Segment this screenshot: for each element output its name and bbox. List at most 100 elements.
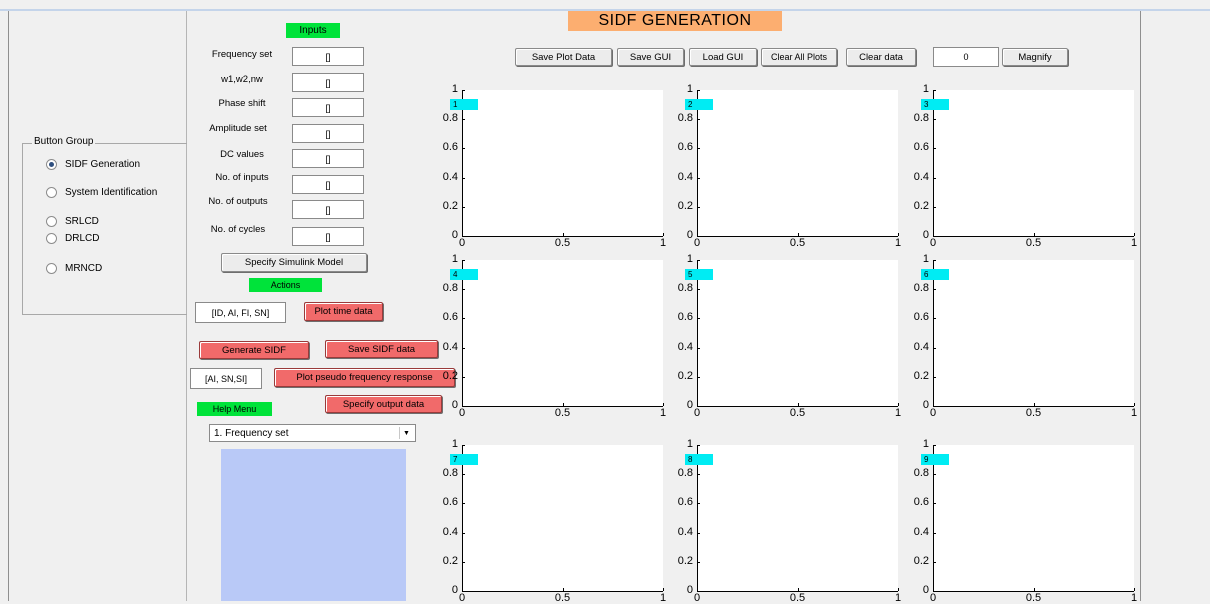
- y-tick-label: 0.4: [677, 340, 693, 353]
- x-tick-label: 0: [693, 237, 701, 249]
- no-of-outputs-field[interactable]: []: [292, 200, 364, 219]
- y-axis-line: [933, 260, 934, 406]
- x-axis-line: [933, 406, 1134, 407]
- plot-time-data-button[interactable]: Plot time data: [304, 302, 383, 321]
- plot-axes: [933, 445, 1134, 591]
- radio-drlcd[interactable]: DRLCD: [46, 233, 99, 244]
- help-text-area: [221, 449, 406, 601]
- y-tick-label: 0.2: [677, 199, 693, 212]
- window-left-border: [8, 11, 9, 601]
- chevron-down-icon[interactable]: ▼: [399, 427, 413, 439]
- radio-label: DRLCD: [65, 233, 100, 244]
- y-tick-label: 0.8: [677, 282, 693, 295]
- radio-selected-icon: [46, 159, 57, 170]
- x-tick-label: 0: [929, 237, 937, 249]
- y-tick-label: 0.2: [442, 554, 458, 567]
- save-sidf-data-button[interactable]: Save SIDF data: [325, 340, 438, 358]
- x-tick-label: 1: [1130, 237, 1138, 249]
- no-of-cycles-field[interactable]: []: [292, 227, 364, 246]
- specify-simulink-model-button[interactable]: Specify Simulink Model: [221, 253, 367, 272]
- no-of-inputs-field[interactable]: []: [292, 175, 364, 194]
- help-topic-selected: 1. Frequency set: [214, 427, 289, 439]
- y-tick-label: 0.4: [677, 170, 693, 183]
- y-axis-line: [933, 445, 934, 591]
- y-tick-label: 0.4: [442, 340, 458, 353]
- plot-number-badge: 2: [685, 99, 713, 110]
- x-tick-label: 0.5: [789, 237, 806, 249]
- x-tick-mark: [1134, 403, 1135, 406]
- specify-output-data-button[interactable]: Specify output data: [325, 395, 442, 413]
- x-tick-label: 0: [458, 592, 466, 604]
- y-tick-label: 0.6: [442, 311, 458, 324]
- w1w2nw-field[interactable]: []: [292, 73, 364, 92]
- clear-all-plots-button[interactable]: Clear All Plots: [761, 48, 837, 66]
- x-axis-line: [462, 236, 663, 237]
- save-plot-data-button[interactable]: Save Plot Data: [515, 48, 612, 66]
- radio-icon: [46, 216, 57, 227]
- y-tick-label: 1: [686, 83, 693, 95]
- x-tick-label: 0.5: [554, 407, 571, 419]
- input-label-no-of-outputs: No. of outputs: [208, 196, 268, 207]
- y-tick-label: 0.4: [913, 525, 929, 538]
- plot-number-badge: 4: [450, 269, 478, 280]
- y-tick-label: 0.8: [677, 467, 693, 480]
- plot-number-badge: 7: [450, 454, 478, 465]
- clear-data-button[interactable]: Clear data: [846, 48, 916, 66]
- load-gui-button[interactable]: Load GUI: [689, 48, 757, 66]
- y-tick-label: 0.2: [442, 199, 458, 212]
- y-axis-line: [697, 445, 698, 591]
- input-label-phase-shift: Phase shift: [218, 98, 266, 109]
- radio-sidf-generation[interactable]: SIDF Generation: [46, 159, 140, 170]
- actions-header: Actions: [249, 278, 322, 292]
- phase-shift-field[interactable]: []: [292, 98, 364, 117]
- x-axis-line: [697, 236, 898, 237]
- y-tick-label: 0.4: [677, 525, 693, 538]
- y-tick-label: 0.6: [913, 311, 929, 324]
- plot-time-args-field[interactable]: [ID, AI, FI, SN]: [195, 302, 286, 323]
- x-tick-label: 0: [929, 592, 937, 604]
- y-tick-label: 0.6: [913, 496, 929, 509]
- radio-mrncd[interactable]: MRNCD: [46, 263, 102, 274]
- y-tick-label: 0.8: [677, 112, 693, 125]
- radio-label: System Identification: [65, 187, 158, 198]
- y-tick-label: 1: [922, 438, 929, 450]
- page-title: SIDF GENERATION: [568, 11, 782, 31]
- plot-number-badge: 6: [921, 269, 949, 280]
- x-axis-line: [697, 406, 898, 407]
- radio-system-identification[interactable]: System Identification: [46, 187, 157, 198]
- input-label-no-of-cycles: No. of cycles: [210, 224, 266, 235]
- y-tick-label: 0.8: [913, 112, 929, 125]
- plot-number-badge: 9: [921, 454, 949, 465]
- x-tick-mark: [898, 403, 899, 406]
- amplitude-set-field[interactable]: []: [292, 124, 364, 143]
- plot-number-badge: 1: [450, 99, 478, 110]
- pseudo-args-field[interactable]: [AI, SN,SI]: [190, 368, 262, 389]
- x-axis-line: [933, 591, 1134, 592]
- y-axis-line: [462, 260, 463, 406]
- save-gui-button[interactable]: Save GUI: [617, 48, 684, 66]
- y-tick-label: 0.2: [913, 369, 929, 382]
- frequency-set-field[interactable]: []: [292, 47, 364, 66]
- magnify-button[interactable]: Magnify: [1002, 48, 1068, 66]
- radio-srlcd[interactable]: SRLCD: [46, 216, 99, 227]
- x-tick-mark: [663, 403, 664, 406]
- help-topic-dropdown[interactable]: 1. Frequency set ▼: [209, 424, 416, 442]
- magnify-value-field[interactable]: 0: [933, 47, 999, 67]
- y-axis-line: [462, 445, 463, 591]
- y-tick-label: 0.8: [442, 282, 458, 295]
- y-axis-line: [933, 90, 934, 236]
- x-axis-line: [933, 236, 1134, 237]
- y-axis-line: [462, 90, 463, 236]
- plot-pseudo-frequency-response-button[interactable]: Plot pseudo frequency response: [274, 368, 455, 387]
- x-axis-line: [697, 591, 898, 592]
- y-tick-label: 0.8: [442, 112, 458, 125]
- dc-values-field[interactable]: []: [292, 149, 364, 168]
- y-tick-label: 0.4: [913, 170, 929, 183]
- generate-sidf-button[interactable]: Generate SIDF: [199, 341, 309, 359]
- y-tick-label: 0.4: [913, 340, 929, 353]
- input-label-amplitude-set: Amplitude set: [209, 123, 267, 134]
- inputs-header: Inputs: [286, 23, 340, 38]
- y-tick-label: 1: [686, 438, 693, 450]
- y-tick-label: 0.2: [677, 369, 693, 382]
- x-tick-label: 0: [929, 407, 937, 419]
